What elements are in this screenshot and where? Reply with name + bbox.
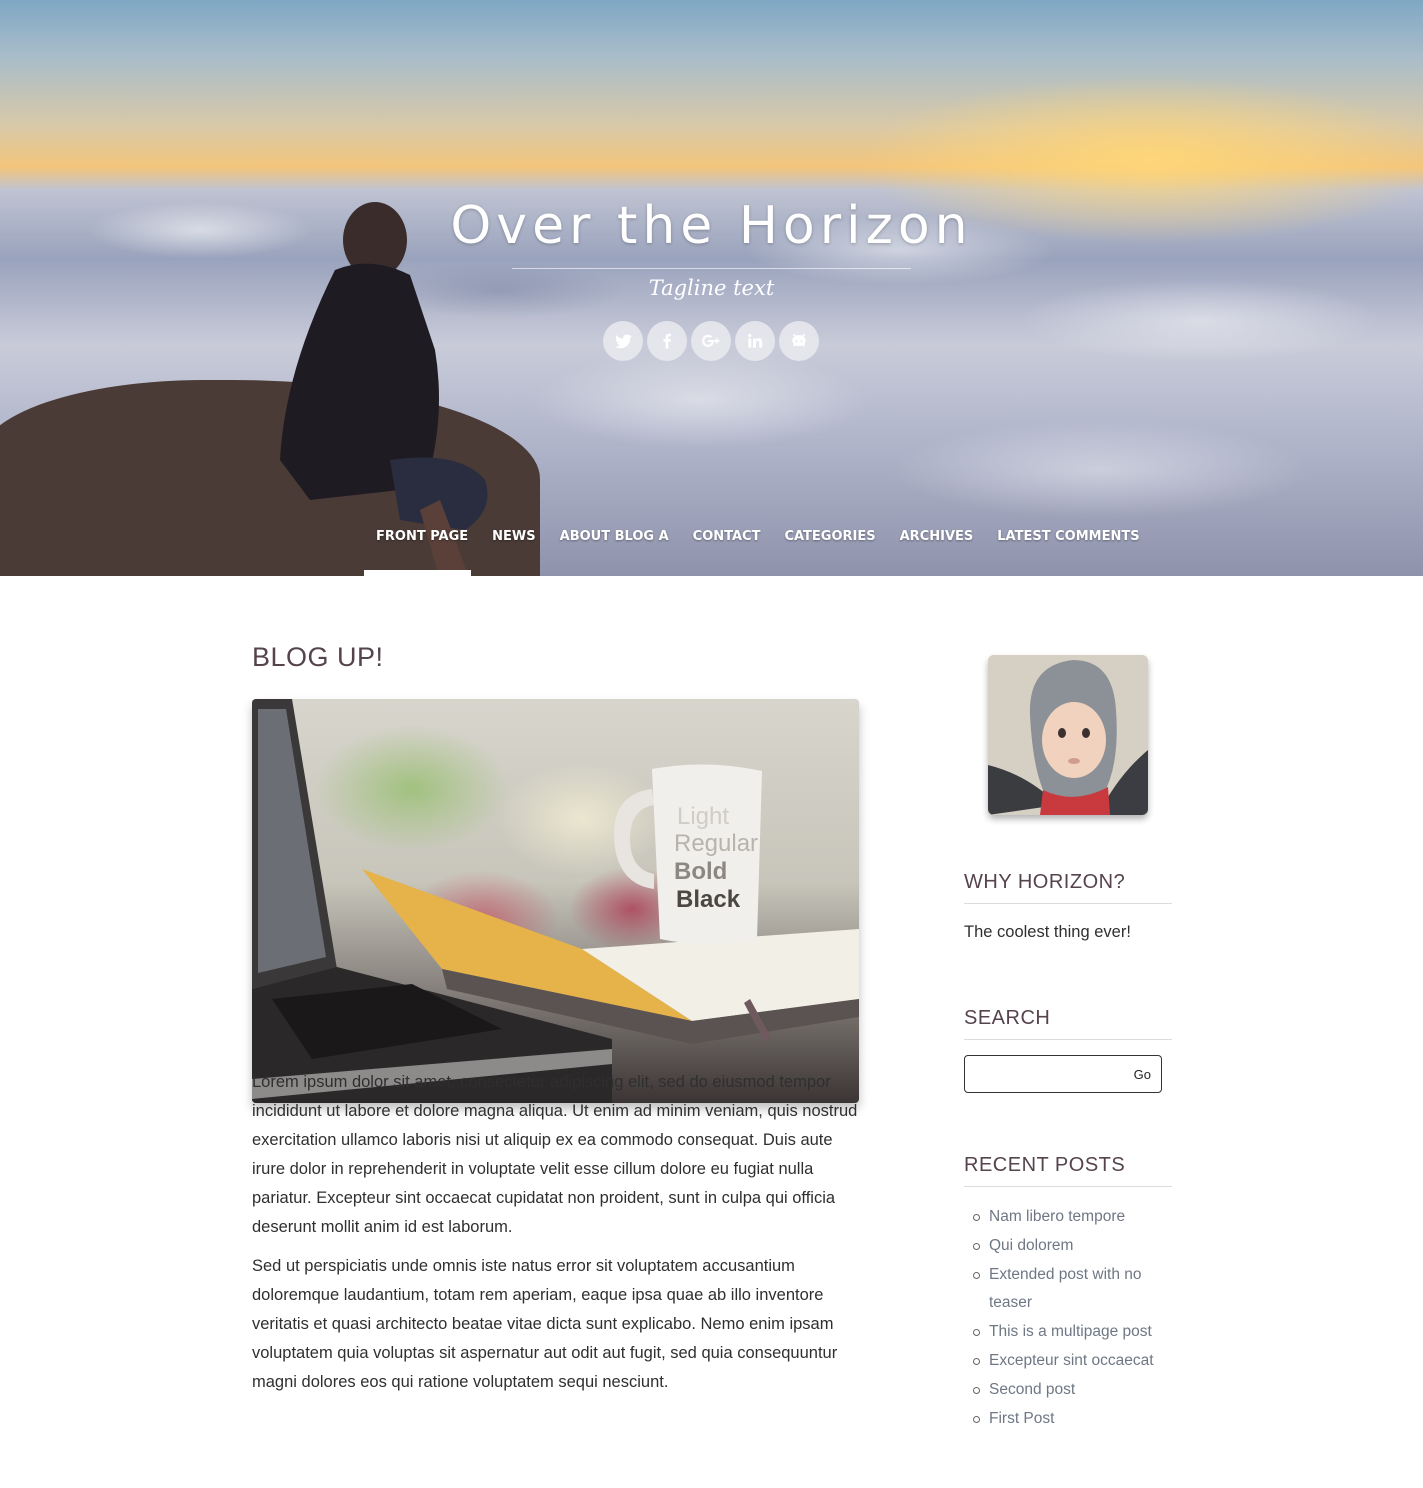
search-go-button[interactable]: Go <box>1134 1067 1161 1082</box>
nav-item-news: NEWS <box>492 527 535 545</box>
widget-title-why-horizon: WHY HORIZON? <box>964 871 1172 904</box>
nav-link-news[interactable]: NEWS <box>492 529 535 544</box>
twitter-link[interactable] <box>603 321 643 361</box>
nav-link-front-page[interactable]: FRONT PAGE <box>376 529 468 544</box>
recent-post-item: First Post <box>964 1405 1172 1434</box>
recent-post-item: This is a multipage post <box>964 1318 1172 1347</box>
recent-post-item: Nam libero tempore <box>964 1203 1172 1232</box>
twitter-icon <box>615 334 632 349</box>
why-horizon-text: The coolest thing ever! <box>964 923 1131 941</box>
widget-title-recent-posts: RECENT POSTS <box>964 1154 1172 1187</box>
site-title: Over the Horizon <box>450 196 973 256</box>
main-navigation: FRONT PAGE NEWS ABOUT BLOG A CONTACT CAT… <box>376 527 1140 545</box>
recent-post-link[interactable]: Qui dolorem <box>989 1237 1073 1254</box>
github-link[interactable] <box>779 321 819 361</box>
google-plus-icon <box>702 334 720 347</box>
nav-item-latest-comments: LATEST COMMENTS <box>997 527 1139 545</box>
recent-post-item: Extended post with no teaser <box>964 1261 1172 1319</box>
facebook-icon <box>663 333 671 349</box>
hero-header: Over the Horizon Tagline text FRONT PAGE… <box>0 0 1423 576</box>
search-form: Go <box>964 1055 1162 1093</box>
search-input[interactable] <box>971 1056 1125 1092</box>
laptop-notebook-mug-illustration: Light Regular Bold Black <box>252 699 859 1103</box>
recent-post-link[interactable]: Excepteur sint occaecat <box>989 1352 1154 1369</box>
blog-post: BLOG UP! Light Regular Bold Black Lorem … <box>252 642 859 1391</box>
widget-recent-posts: RECENT POSTS Nam libero tempore Qui dolo… <box>964 1154 1172 1433</box>
recent-post-item: Excepteur sint occaecat <box>964 1347 1172 1376</box>
post-title[interactable]: BLOG UP! <box>252 642 859 673</box>
recent-posts-list: Nam libero tempore Qui dolorem Extended … <box>964 1203 1172 1433</box>
nav-link-archives[interactable]: ARCHIVES <box>900 529 974 544</box>
recent-post-link[interactable]: Second post <box>989 1381 1075 1398</box>
recent-post-item: Qui dolorem <box>964 1232 1172 1261</box>
nav-link-latest-comments[interactable]: LATEST COMMENTS <box>997 529 1139 544</box>
recent-post-item: Second post <box>964 1376 1172 1405</box>
mug-text-light: Light <box>677 803 729 830</box>
seated-person-silhouette <box>280 202 488 576</box>
recent-post-link[interactable]: This is a multipage post <box>989 1323 1152 1340</box>
post-featured-image: Light Regular Bold Black <box>252 699 859 1103</box>
widget-title-search: SEARCH <box>964 1007 1172 1040</box>
linkedin-link[interactable] <box>735 321 775 361</box>
post-paragraph: Lorem ipsum dolor sit amet, consectetur … <box>252 1073 858 1236</box>
post-body: Lorem ipsum dolor sit amet, consectetur … <box>252 1068 859 1407</box>
mug-text-bold: Bold <box>674 858 727 885</box>
author-avatar <box>988 655 1148 815</box>
widget-why-horizon: WHY HORIZON? The coolest thing ever! <box>964 871 1172 942</box>
mug-text-regular: Regular <box>674 830 758 857</box>
title-divider <box>512 268 911 269</box>
nav-link-about-blog-a[interactable]: ABOUT BLOG A <box>560 529 669 544</box>
nav-item-contact: CONTACT <box>693 527 761 545</box>
github-icon <box>792 333 806 347</box>
social-links <box>603 321 819 361</box>
widget-search: SEARCH Go <box>964 1007 1172 1093</box>
nav-item-front-page: FRONT PAGE <box>376 527 468 545</box>
nav-item-archives: ARCHIVES <box>900 527 974 545</box>
post-paragraph: Sed ut perspiciatis unde omnis iste natu… <box>252 1257 838 1391</box>
nav-item-about-blog-a: ABOUT BLOG A <box>560 527 669 545</box>
baby-in-hood-illustration <box>988 655 1148 815</box>
nav-link-categories[interactable]: CATEGORIES <box>784 529 875 544</box>
nav-item-categories: CATEGORIES <box>784 527 875 545</box>
recent-post-link[interactable]: Nam libero tempore <box>989 1208 1125 1225</box>
nav-link-contact[interactable]: CONTACT <box>693 529 761 544</box>
linkedin-icon <box>748 333 763 348</box>
recent-post-link[interactable]: First Post <box>989 1410 1054 1427</box>
site-tagline: Tagline text <box>648 276 775 300</box>
google-plus-link[interactable] <box>691 321 731 361</box>
recent-post-link[interactable]: Extended post with no teaser <box>989 1266 1142 1312</box>
facebook-link[interactable] <box>647 321 687 361</box>
main-content-area: BLOG UP! Light Regular Bold Black Lorem … <box>0 576 1423 1488</box>
mug-text-black: Black <box>676 886 741 913</box>
